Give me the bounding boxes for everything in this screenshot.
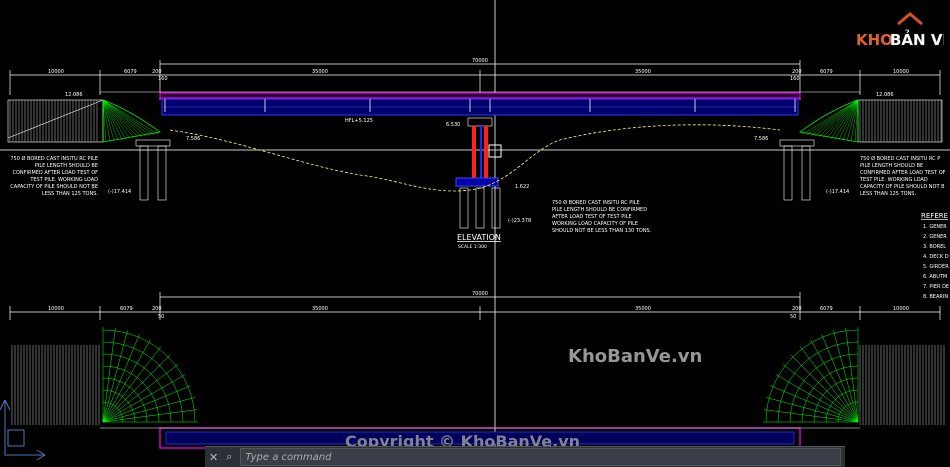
reference-item: 1. GENER [923, 224, 947, 230]
dim-overall-bottom: 70000 [472, 291, 488, 297]
note-line: CAPACITY OF PILE SHOULD NOT BE [10, 184, 98, 190]
level-pile-top: 1.622 [515, 184, 529, 190]
logo-text-right: BẢN VẼ [890, 28, 944, 49]
dim-seg7-bottom: 6079 [820, 306, 833, 312]
reference-item: 3. BOREL [923, 244, 946, 250]
left-plan-hatch [11, 345, 100, 425]
level-right-tip: (-)17.414 [826, 189, 849, 195]
reference-heading: REFERE [921, 212, 948, 220]
left-plan-cone [102, 327, 198, 423]
note-line: CONFIRMED AFTER LOAD TEST OF [12, 170, 98, 176]
level-pier: 6.530 [446, 122, 460, 128]
close-icon[interactable]: ✕ [205, 451, 222, 464]
cad-viewport[interactable]: 70000 10000 6079 200 160 35000 35000 200… [0, 0, 950, 467]
note-line: CONFIRMED AFTER LOAD TEST OF [860, 170, 946, 176]
right-plan-hatch [859, 345, 945, 425]
right-approach-slope [799, 99, 943, 143]
watermark-center: KhoBanVe.vn [568, 346, 702, 367]
central-pier [455, 117, 501, 229]
dim-seg8-bottom: 10000 [893, 306, 909, 312]
khobanve-logo: KHO BẢN VẼ [850, 10, 950, 54]
dim-seg8-top: 10000 [893, 69, 909, 75]
level-pile-tip: (-)23.378 [508, 218, 531, 224]
note-line: SHOULD NOT BE LESS THAN 130 TONS. [552, 228, 652, 234]
ucs-icon [0, 399, 46, 461]
note-line: PILE LENGTH SHOULD BE [35, 163, 98, 169]
dim-seg2-bottom: 6079 [120, 306, 133, 312]
note-line: PILE LENGTH SHOULD BE [860, 163, 923, 169]
reference-item: 4. DECK D [923, 254, 949, 260]
dim-sub1-top: 160 [158, 76, 168, 82]
reference-item: 5. GIRDER [923, 264, 949, 270]
reference-item: 2. GENER [923, 234, 947, 240]
drawing-title: ELEVATION [457, 233, 501, 242]
dim-sub2-bottom: 50 [790, 314, 796, 320]
dim-seg2-top: 6079 [124, 69, 137, 75]
dim-seg6-bottom: 200 [792, 306, 802, 312]
reference-item: 6. ABUTM [923, 274, 947, 280]
reference-list: REFERE 1. GENER 2. GENER 3. BOREL 4. DECK D… [921, 212, 949, 300]
note-line: AFTER LOAD TEST OF TEST PILE [552, 214, 632, 220]
right-plan-cone [763, 327, 859, 423]
logo-text-left: KHO [856, 31, 893, 49]
level-hfl: HFL+5.125 [345, 118, 373, 124]
reference-item: 7. PIER DE [923, 284, 949, 290]
dim-seg3-top: 200 [152, 69, 162, 75]
dim-seg6-top: 200 [792, 69, 802, 75]
level-right-top: 12.086 [876, 92, 894, 98]
note-line: PILE LENGTH SHOULD BE CONFIRMED [552, 207, 647, 213]
dim-seg1-bottom: 10000 [48, 306, 64, 312]
left-approach-slope [7, 99, 161, 143]
note-line: 750 Ø BORED CAST INSITU RC PILE [10, 155, 98, 162]
note-line: 750 Ø BORED CAST INSITU RC P [860, 155, 940, 162]
dim-seg4-bottom: 35000 [312, 306, 328, 312]
dim-seg5-bottom: 35000 [635, 306, 651, 312]
note-line: LESS THAN 125 TONS. [860, 191, 916, 197]
level-left-tip: (-)17.414 [108, 189, 131, 195]
dim-sub2-top: 160 [790, 76, 800, 82]
note-line: TEST PILE. WORKING LOAD [29, 177, 98, 183]
dim-seg5-top: 35000 [635, 69, 651, 75]
bottom-dimensions: 70000 10000 6079 200 50 35000 35000 200 … [9, 291, 941, 320]
note-left: 750 Ø BORED CAST INSITU RC PILEPILE LENG… [10, 155, 98, 197]
dim-seg1-top: 10000 [48, 69, 64, 75]
command-line-bar: ✕ ⌕ [205, 446, 845, 467]
search-icon[interactable]: ⌕ [222, 450, 236, 464]
dim-sub1-bottom: 50 [158, 314, 164, 320]
dim-seg7-top: 6079 [820, 69, 833, 75]
reference-item: 8. BEARIN [923, 294, 948, 300]
note-line: 750 Ø BORED CAST INSITU RC PILE [552, 199, 640, 206]
note-line: TEST PILE. WORKING LOAD [859, 177, 928, 183]
note-right: 750 Ø BORED CAST INSITU RC PPILE LENGTH … [859, 155, 946, 197]
level-left-top: 12.086 [65, 92, 83, 98]
command-input[interactable] [240, 448, 841, 466]
note-line: LESS THAN 125 TONS. [42, 191, 98, 197]
right-abutment [779, 139, 815, 201]
level-left-deck: 7.586 [186, 136, 200, 142]
bridge-deck [100, 91, 860, 116]
dim-seg3-bottom: 200 [152, 306, 162, 312]
note-line: CAPACITY OF PILE SHOULD NOT B [860, 184, 945, 190]
drawing-scale: SCALE 1:300 [458, 244, 487, 250]
level-right-deck: 7.586 [754, 136, 768, 142]
note-line: WORKING LOAD CAPACITY OF PILE [552, 221, 638, 227]
dim-overall-top: 70000 [472, 58, 488, 64]
note-center: 750 Ø BORED CAST INSITU RC PILEPILE LENG… [552, 199, 652, 234]
left-abutment [135, 139, 171, 201]
dim-seg4-top: 35000 [312, 69, 328, 75]
